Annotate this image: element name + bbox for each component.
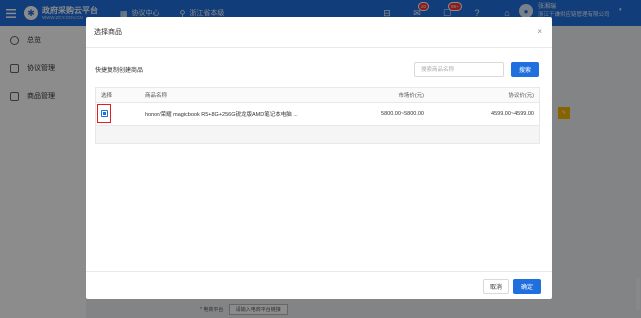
search-button[interactable]: 搜索: [511, 62, 539, 77]
column-header-agreement-price: 协议价(元): [508, 93, 534, 99]
table-row[interactable]: honor/荣耀 magicbook R5+8G+256G锐龙版AMD笔记本电脑…: [96, 103, 539, 126]
market-price: 5800.00~5800.00: [381, 111, 424, 117]
cancel-button[interactable]: 取消: [483, 279, 509, 294]
column-header-market-price: 市场价(元): [398, 93, 424, 99]
selection-highlight: [97, 104, 111, 123]
table-header: 选择 商品名称 市场价(元) 协议价(元): [96, 88, 539, 103]
confirm-button[interactable]: 确定: [513, 279, 541, 294]
column-header-select: 选择: [101, 93, 113, 99]
close-icon[interactable]: ×: [537, 27, 542, 36]
page-scrollbar[interactable]: [636, 278, 640, 310]
table-empty-row: [96, 126, 539, 143]
agreement-price: 4599.00~4599.00: [491, 111, 534, 117]
modal-toolbar: 快捷复制创建商品 搜索: [86, 59, 552, 79]
goods-name: honor/荣耀 magicbook R5+8G+256G锐龙版AMD笔记本电脑…: [145, 112, 298, 118]
modal-header: 选择商品 ×: [86, 17, 552, 48]
goods-table: 选择 商品名称 市场价(元) 协议价(元) honor/荣耀 magicbook…: [95, 87, 540, 144]
select-goods-modal: 选择商品 × 快捷复制创建商品 搜索 选择 商品名称 市场价(元) 协议价(元)…: [86, 17, 552, 299]
modal-footer: 取消 确定: [86, 271, 552, 299]
quick-copy-label: 快捷复制创建商品: [95, 68, 144, 74]
checkbox-checked-mark: [102, 112, 106, 115]
search-input[interactable]: [414, 62, 504, 77]
modal-title: 选择商品: [94, 29, 122, 36]
column-header-name: 商品名称: [145, 93, 168, 99]
row-select-checkbox[interactable]: [100, 110, 108, 117]
